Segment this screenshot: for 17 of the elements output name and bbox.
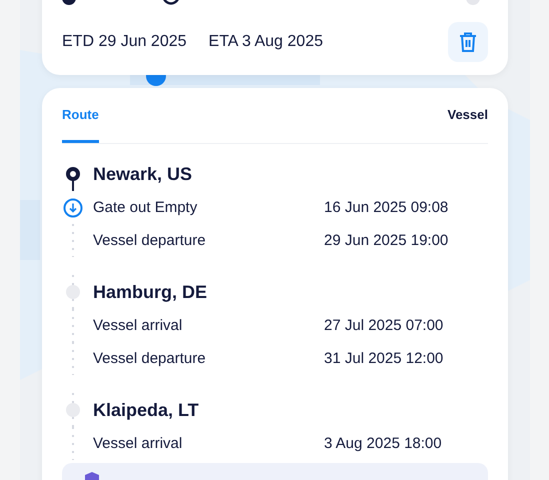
- tab[interactable]: Vessel: [448, 88, 488, 143]
- eta-date: ETA 3 Aug 2025: [208, 33, 323, 51]
- event-label: Vessel arrival: [93, 317, 184, 334]
- stop-name: Hamburg, DE: [93, 282, 208, 302]
- event-date: 31 Jul 2025 12:00: [324, 350, 444, 367]
- event-date: 27 Jul 2025 07:00: [324, 317, 444, 334]
- stop-name: Newark, US: [93, 164, 192, 184]
- event-label: Vessel departure: [93, 232, 207, 249]
- event-date: 3 Aug 2025 18:00: [324, 435, 442, 452]
- tab[interactable]: Route: [62, 88, 99, 143]
- event-label: Vessel departure: [93, 350, 207, 367]
- event-label: Gate out Empty: [93, 199, 198, 216]
- stop-name: Klaipeda, LT: [93, 400, 199, 420]
- event-date: 29 Jun 2025 19:00: [324, 232, 448, 249]
- event-label: Vessel arrival: [93, 435, 184, 452]
- etd-date: ETD 29 Jun 2025: [62, 33, 187, 51]
- event-date: 16 Jun 2025 09:08: [324, 199, 448, 216]
